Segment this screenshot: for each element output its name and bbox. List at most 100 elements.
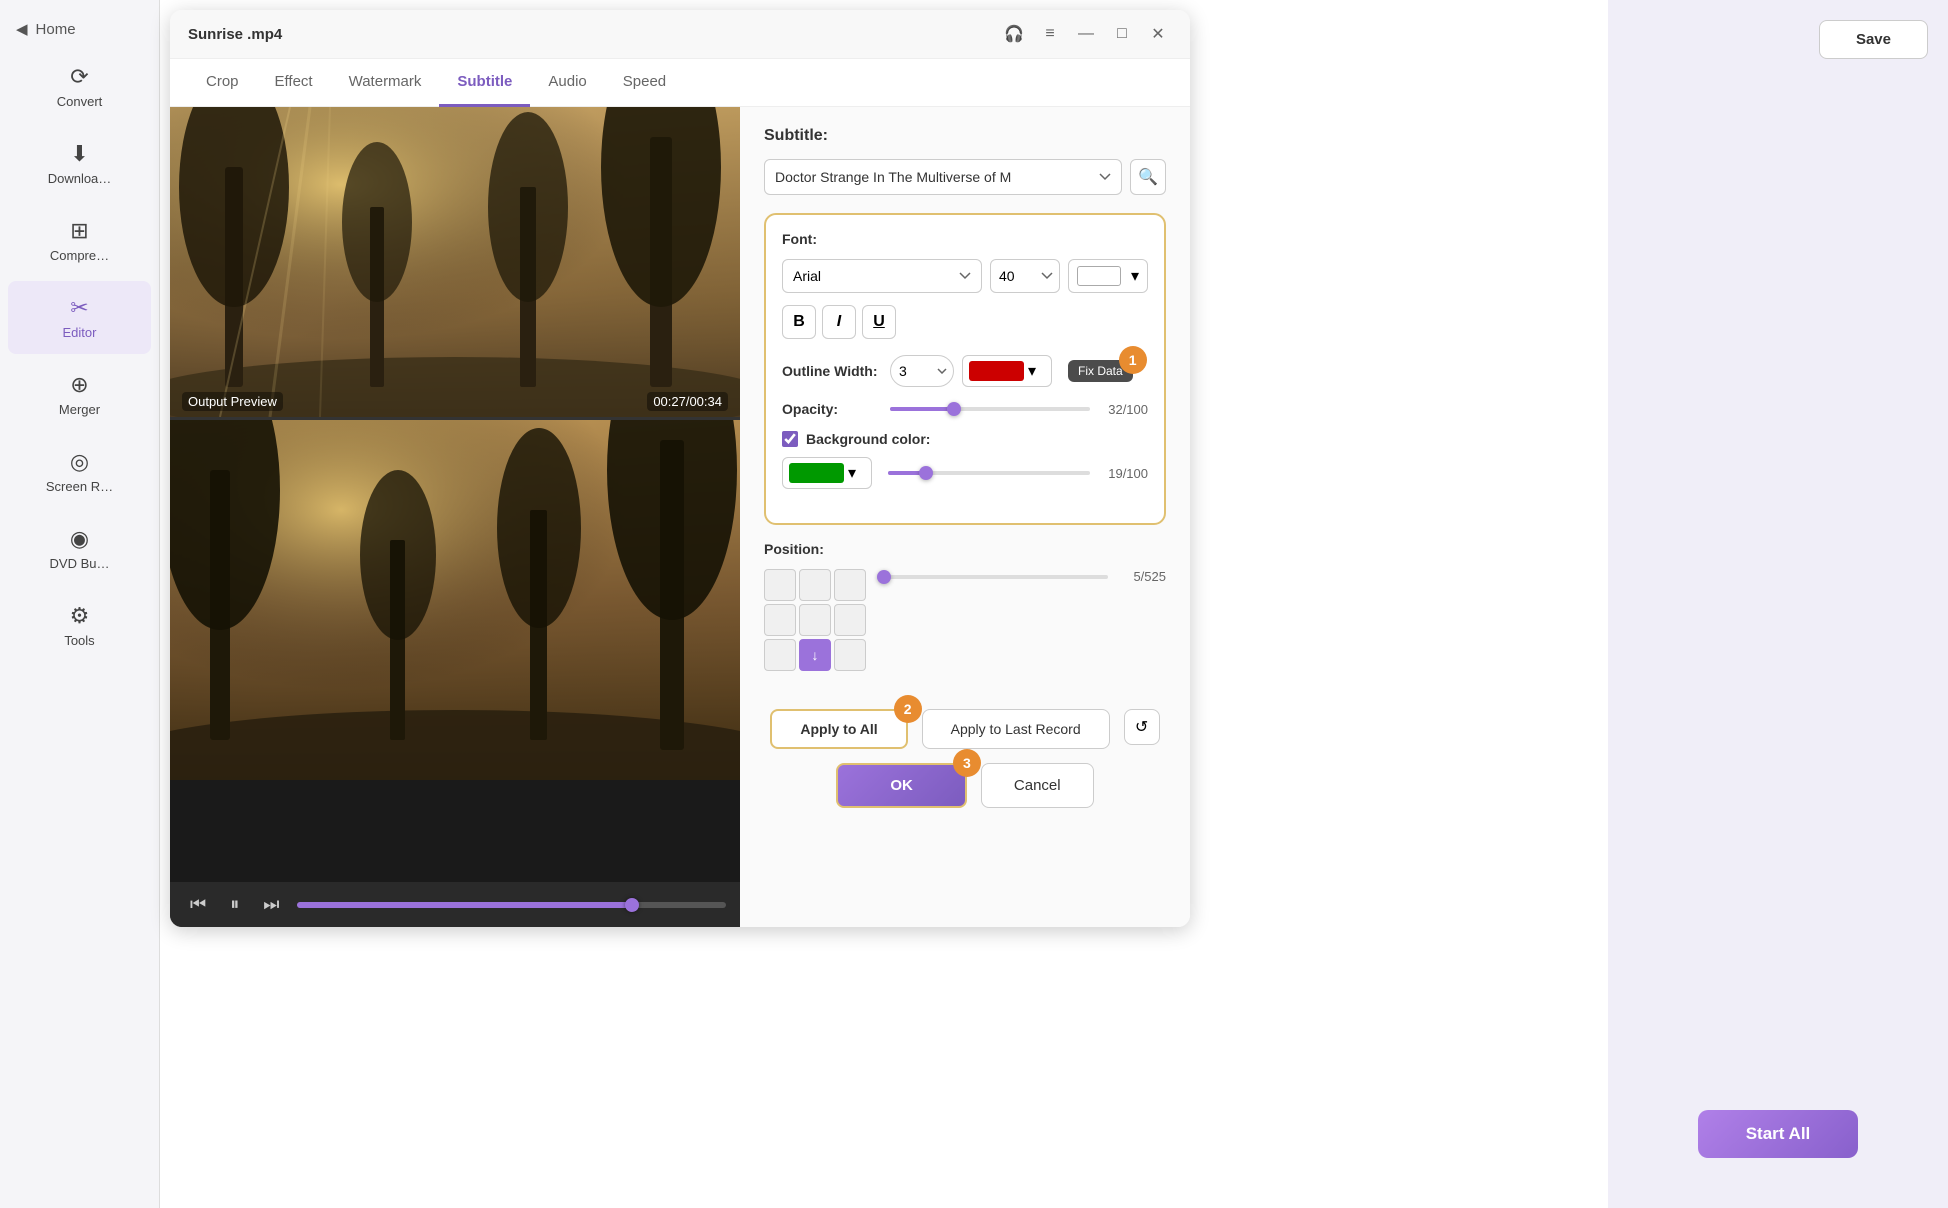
- progress-bar[interactable]: [297, 902, 726, 908]
- pos-mid-center[interactable]: [799, 604, 831, 636]
- dialog-title: Sunrise .mp4: [188, 26, 282, 43]
- sidebar-item-compress[interactable]: ⊞ Compre…: [8, 204, 151, 277]
- preview-area: Output Preview 00:27/00:34: [170, 107, 740, 927]
- sidebar-item-dvd[interactable]: ◉ DVD Bu…: [8, 512, 151, 585]
- rewind-button[interactable]: ⏮: [184, 892, 212, 917]
- tab-subtitle-label: Subtitle: [457, 73, 512, 90]
- refresh-icon: ↺: [1135, 717, 1148, 737]
- font-face-dropdown[interactable]: Arial: [782, 259, 982, 293]
- pos-top-right[interactable]: [834, 569, 866, 601]
- position-value: 5/525: [1116, 569, 1166, 584]
- font-size-dropdown[interactable]: 40: [990, 259, 1060, 293]
- font-color-picker[interactable]: ▾: [1068, 259, 1148, 293]
- sidebar-item-screen[interactable]: ◎ Screen R…: [8, 435, 151, 508]
- pos-top-left[interactable]: [764, 569, 796, 601]
- position-slider-row: 5/525: [882, 569, 1166, 584]
- apply-to-last-button[interactable]: Apply to Last Record: [922, 709, 1110, 749]
- sidebar-back-button[interactable]: ◀ Home: [0, 10, 159, 48]
- save-button[interactable]: Save: [1819, 20, 1928, 59]
- opacity-label: Opacity:: [782, 401, 882, 417]
- italic-button[interactable]: I: [822, 305, 856, 339]
- tab-audio[interactable]: Audio: [530, 59, 604, 107]
- tab-crop-label: Crop: [206, 73, 239, 90]
- bg-color-check-row: Background color:: [782, 431, 1148, 447]
- tab-crop[interactable]: Crop: [188, 59, 257, 107]
- dialog-titlebar: Sunrise .mp4 🎧 ≡ — □ ✕: [170, 10, 1190, 59]
- outline-color-picker[interactable]: ▾: [962, 355, 1052, 387]
- close-button[interactable]: ✕: [1144, 20, 1172, 48]
- forward-button[interactable]: ⏭: [257, 892, 285, 917]
- sidebar: ◀ Home ⟳ Convert ⬇ Downloa… ⊞ Compre… ✂ …: [0, 0, 160, 1208]
- back-icon: ◀: [16, 20, 28, 38]
- menu-button[interactable]: ≡: [1036, 20, 1064, 48]
- apply-to-all-button[interactable]: Apply to All: [770, 709, 907, 749]
- pos-mid-left[interactable]: [764, 604, 796, 636]
- sidebar-item-screen-label: Screen R…: [46, 479, 113, 494]
- dvd-icon: ◉: [70, 526, 89, 552]
- tab-effect[interactable]: Effect: [257, 59, 331, 107]
- bg-color-checkbox[interactable]: [782, 431, 798, 447]
- refresh-button[interactable]: ↺: [1124, 709, 1160, 745]
- ok-button[interactable]: OK: [836, 763, 967, 808]
- sidebar-item-editor-label: Editor: [63, 325, 97, 340]
- sidebar-item-convert-label: Convert: [57, 94, 103, 109]
- outline-row: Outline Width: 3 ▾ Fix Data 1: [782, 355, 1148, 387]
- bg-opacity-thumb: [919, 466, 933, 480]
- video-preview-top: [170, 107, 740, 417]
- tab-watermark[interactable]: Watermark: [331, 59, 440, 107]
- bg-color-picker-row: ▾ 19/100: [782, 457, 1148, 489]
- subtitle-search-button[interactable]: 🔍: [1130, 159, 1166, 195]
- tab-speed[interactable]: Speed: [605, 59, 684, 107]
- tab-effect-label: Effect: [275, 73, 313, 90]
- underline-button[interactable]: U: [862, 305, 896, 339]
- opacity-fill: [890, 407, 954, 411]
- font-settings-box: Font: Arial 40 ▾: [764, 213, 1166, 525]
- font-section-label: Font:: [782, 231, 1148, 247]
- download-icon: ⬇: [70, 141, 88, 167]
- maximize-button[interactable]: □: [1108, 20, 1136, 48]
- position-slider[interactable]: [882, 575, 1108, 579]
- opacity-slider[interactable]: [890, 407, 1090, 411]
- cancel-button[interactable]: Cancel: [981, 763, 1094, 808]
- position-section: Position: ↓: [764, 541, 1166, 679]
- outline-width-dropdown[interactable]: 3: [890, 355, 954, 387]
- minimize-button[interactable]: —: [1072, 20, 1100, 48]
- start-all-button[interactable]: Start All: [1698, 1110, 1859, 1158]
- bg-color-picker[interactable]: ▾: [782, 457, 872, 489]
- sidebar-item-tools[interactable]: ⚙ Tools: [8, 589, 151, 662]
- subtitle-selector-row: Doctor Strange In The Multiverse of M 🔍: [764, 159, 1166, 195]
- editor-icon: ✂: [70, 295, 88, 321]
- opacity-value: 32/100: [1098, 402, 1148, 417]
- screen-icon: ◎: [70, 449, 89, 475]
- subtitle-dropdown[interactable]: Doctor Strange In The Multiverse of M: [764, 159, 1122, 195]
- pos-bot-center[interactable]: ↓: [799, 639, 831, 671]
- sidebar-item-download[interactable]: ⬇ Downloa…: [8, 127, 151, 200]
- pause-button[interactable]: ⏸: [224, 892, 245, 917]
- subtitle-section-title: Subtitle:: [764, 127, 1166, 145]
- tab-subtitle[interactable]: Subtitle: [439, 59, 530, 107]
- pos-mid-right[interactable]: [834, 604, 866, 636]
- sidebar-item-merger[interactable]: ⊕ Merger: [8, 358, 151, 431]
- opacity-thumb: [947, 402, 961, 416]
- bg-color-label: Background color:: [806, 431, 930, 447]
- sidebar-item-editor[interactable]: ✂ Editor: [8, 281, 151, 354]
- position-thumb: [877, 570, 891, 584]
- outline-color-swatch: [969, 361, 1024, 381]
- pos-top-center[interactable]: [799, 569, 831, 601]
- outline-label: Outline Width:: [782, 363, 882, 379]
- font-color-swatch: [1077, 266, 1121, 286]
- step1-wrap: Fix Data 1: [1068, 360, 1133, 382]
- bg-opacity-slider[interactable]: [888, 471, 1090, 475]
- right-panel: Save Start All: [1608, 0, 1948, 1208]
- bg-opacity-value: 19/100: [1098, 466, 1148, 481]
- bold-button[interactable]: B: [782, 305, 816, 339]
- bg-color-swatch: [789, 463, 844, 483]
- progress-thumb: [625, 898, 639, 912]
- sidebar-item-convert[interactable]: ⟳ Convert: [8, 50, 151, 123]
- main-area: Sunrise .mp4 🎧 ≡ — □ ✕ Crop Effect Water…: [160, 0, 1608, 1208]
- pos-bot-right[interactable]: [834, 639, 866, 671]
- help-button[interactable]: 🎧: [1000, 20, 1028, 48]
- compress-icon: ⊞: [70, 218, 88, 244]
- pos-bot-left[interactable]: [764, 639, 796, 671]
- opacity-row: Opacity: 32/100: [782, 401, 1148, 417]
